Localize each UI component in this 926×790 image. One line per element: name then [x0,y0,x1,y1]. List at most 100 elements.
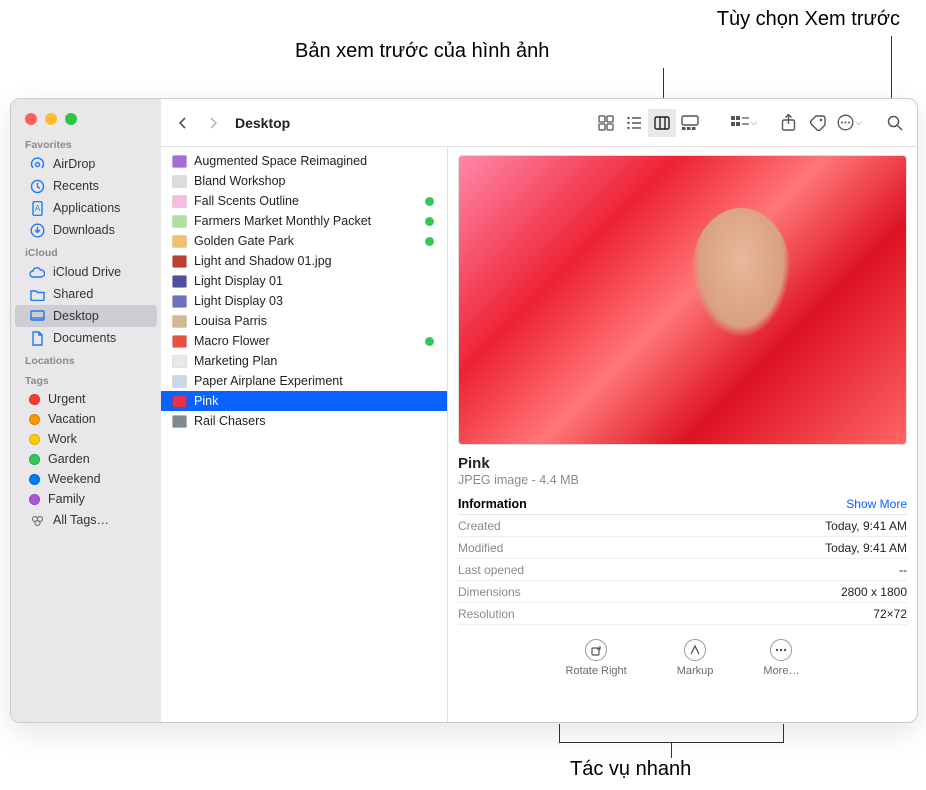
file-item[interactable]: Bland Workshop [161,171,447,191]
show-more-link[interactable]: Show More [846,497,907,511]
file-item[interactable]: Light Display 01 [161,271,447,291]
info-header: Information [458,497,527,511]
file-icon [171,333,187,349]
file-label: Bland Workshop [194,174,437,188]
info-value: Today, 9:41 AM [825,541,907,555]
callout-line [671,742,672,758]
icon-view-button[interactable] [592,109,620,137]
sidebar-item-download[interactable]: Downloads [15,219,157,241]
file-label: Macro Flower [194,334,418,348]
sidebar-item-doc[interactable]: Documents [15,327,157,349]
tag-indicator-icon [425,237,434,246]
gallery-view-button[interactable] [676,109,704,137]
sidebar-tag[interactable]: Family [15,489,157,509]
sidebar-item-label: Downloads [53,223,115,237]
tag-button[interactable] [804,109,832,137]
close-button[interactable] [25,113,37,125]
info-value: 2800 x 1800 [841,585,907,599]
group-button[interactable]: ⌵ [728,109,760,137]
main-area: Desktop ⌵ ⌵ Augmented Space Reimagined B… [161,99,917,722]
file-icon [171,273,187,289]
list-view-button[interactable] [620,109,648,137]
file-item[interactable]: Paper Airplane Experiment [161,371,447,391]
file-label: Augmented Space Reimagined [194,154,437,168]
toolbar: Desktop ⌵ ⌵ [161,99,917,147]
file-icon [171,373,187,389]
sidebar-item-label: Documents [53,331,116,345]
info-row: Dimensions 2800 x 1800 [458,581,907,603]
sidebar-tag[interactable]: Vacation [15,409,157,429]
sidebar-tag[interactable]: Garden [15,449,157,469]
file-icon [171,353,187,369]
sidebar-item-desktop[interactable]: Desktop [15,305,157,327]
callout-image-preview: Bản xem trước của hình ảnh [295,40,549,63]
quick-action-rotate[interactable]: Rotate Right [566,639,627,677]
info-value: -- [899,563,907,577]
minimize-button[interactable] [45,113,57,125]
sidebar-item-label: All Tags… [53,513,109,527]
callout-line [559,724,560,742]
file-item[interactable]: Augmented Space Reimagined [161,151,447,171]
file-item[interactable]: Golden Gate Park [161,231,447,251]
sidebar-item-label: Applications [53,201,120,215]
preview-filetype: JPEG image - 4.4 MB [458,473,907,487]
forward-button[interactable] [199,109,227,137]
sidebar-item-all-tags[interactable]: All Tags… [15,509,157,531]
file-item[interactable]: Macro Flower [161,331,447,351]
file-item[interactable]: Farmers Market Monthly Packet [161,211,447,231]
file-label: Marketing Plan [194,354,437,368]
more-icon [770,639,792,661]
sidebar-tag[interactable]: Work [15,429,157,449]
sidebar-item-clock[interactable]: Recents [15,175,157,197]
tag-dot-icon [29,474,40,485]
tag-dot-icon [29,414,40,425]
back-button[interactable] [169,109,197,137]
file-icon [171,253,187,269]
clock-icon [29,178,45,194]
tag-indicator-icon [425,217,434,226]
doc-icon [29,330,45,346]
preview-image[interactable] [458,155,907,445]
file-item[interactable]: Louisa Parris [161,311,447,331]
airdrop-icon [29,156,45,172]
sidebar-tag[interactable]: Urgent [15,389,157,409]
file-label: Light Display 01 [194,274,437,288]
sidebar-item-label: Work [48,432,77,446]
file-item[interactable]: Pink [161,391,447,411]
file-icon [171,393,187,409]
sidebar-item-airdrop[interactable]: AirDrop [15,153,157,175]
sidebar-item-cloud[interactable]: iCloud Drive [15,261,157,283]
share-button[interactable] [774,109,802,137]
sidebar-item-apps[interactable]: A Applications [15,197,157,219]
markup-icon [684,639,706,661]
more-button[interactable]: ⌵ [834,109,865,137]
sidebar-item-label: Vacation [48,412,96,426]
file-label: Pink [194,394,437,408]
file-item[interactable]: Rail Chasers [161,411,447,431]
file-item[interactable]: Light and Shadow 01.jpg [161,251,447,271]
sidebar-tag[interactable]: Weekend [15,469,157,489]
file-item[interactable]: Light Display 03 [161,291,447,311]
file-icon [171,193,187,209]
tag-dot-icon [29,494,40,505]
all-tags-icon [29,512,45,528]
file-item[interactable]: Marketing Plan [161,351,447,371]
sidebar-item-label: Family [48,492,85,506]
file-icon [171,213,187,229]
zoom-button[interactable] [65,113,77,125]
quick-action-more[interactable]: More… [763,639,799,677]
search-button[interactable] [881,109,909,137]
window-title: Desktop [235,115,290,131]
column-view-button[interactable] [648,109,676,137]
sidebar-section-locations: Locations [11,349,161,369]
quick-action-markup[interactable]: Markup [677,639,714,677]
apps-icon: A [29,200,45,216]
preview-filename: Pink [458,455,907,472]
sidebar-item-label: AirDrop [53,157,95,171]
file-item[interactable]: Fall Scents Outline [161,191,447,211]
sidebar-item-folder[interactable]: Shared [15,283,157,305]
callout-preview-options: Tùy chọn Xem trước [717,8,900,31]
file-label: Louisa Parris [194,314,437,328]
sidebar-section-icloud: iCloud [11,241,161,261]
quick-action-label: Markup [677,665,714,677]
